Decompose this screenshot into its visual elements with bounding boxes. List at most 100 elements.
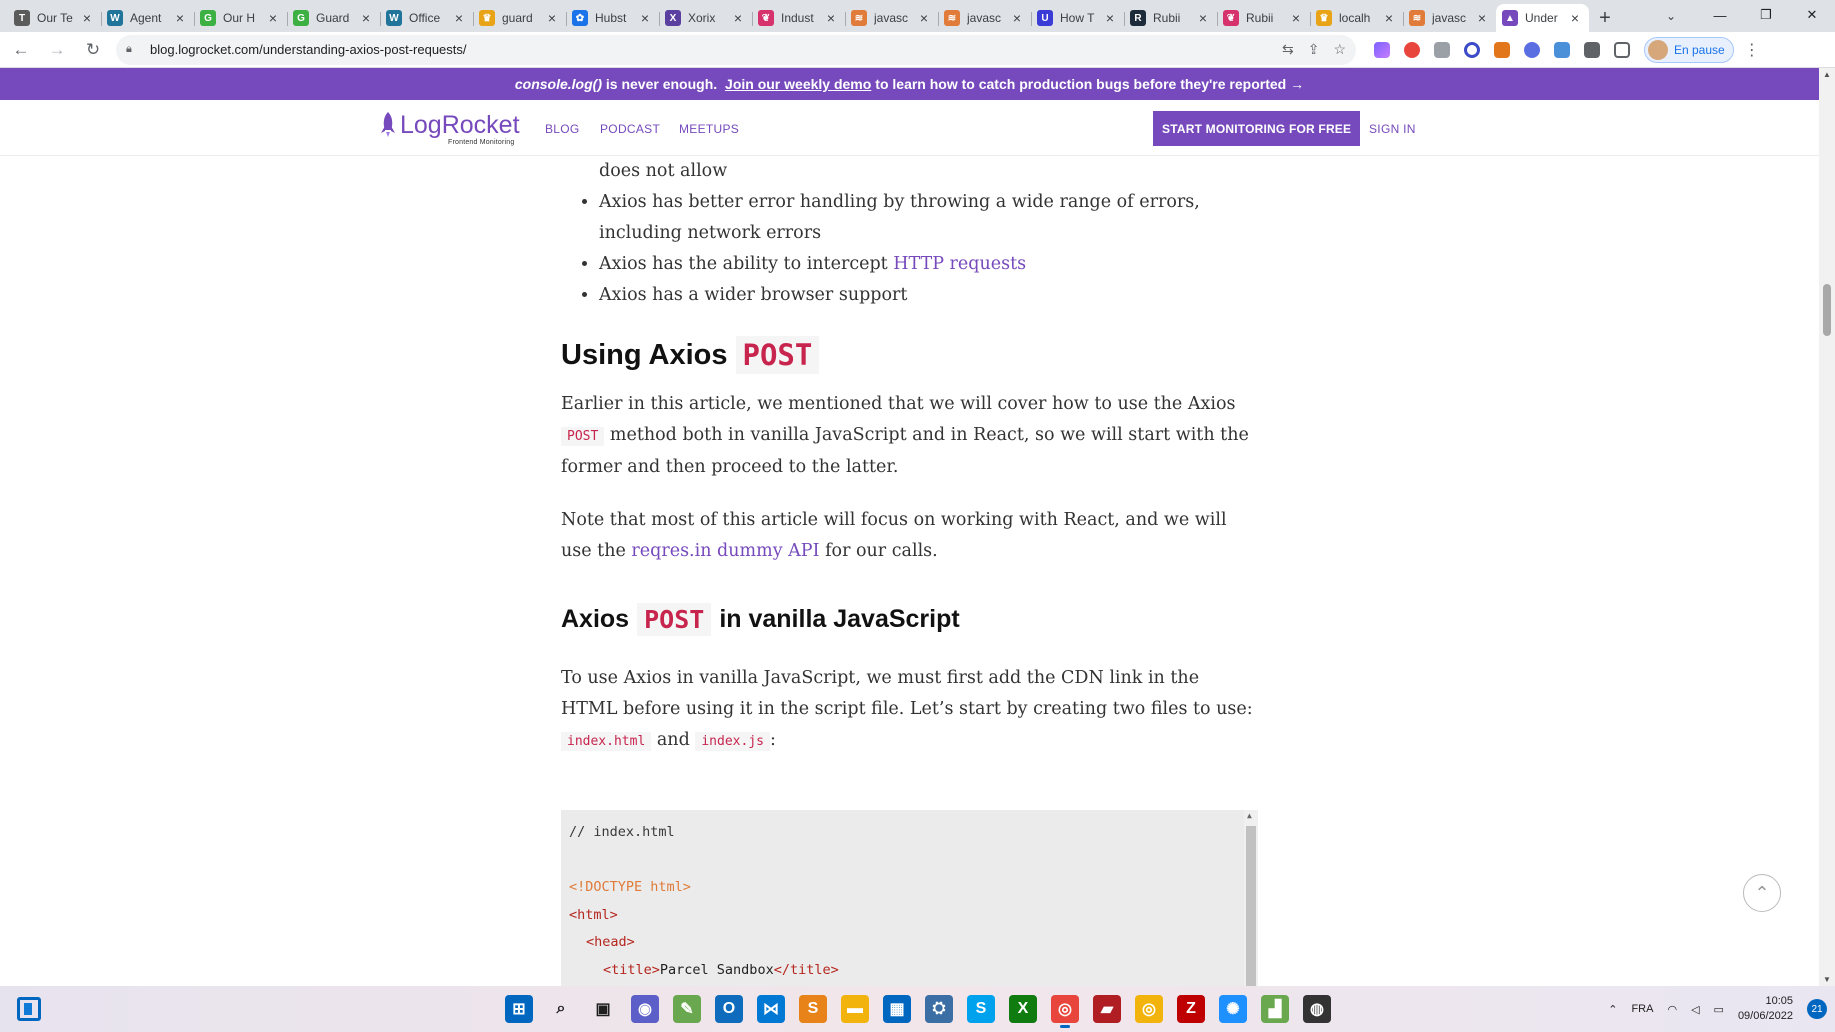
app-green-taskbar-icon[interactable]: ✎	[673, 995, 701, 1023]
http-requests-link[interactable]: HTTP requests	[893, 254, 1026, 274]
xbox-taskbar-icon[interactable]: X	[1009, 995, 1037, 1023]
browser-tab[interactable]: ♛ guard ×	[473, 4, 566, 32]
browser-tab[interactable]: W Office ×	[380, 4, 473, 32]
browser-tab[interactable]: ❦ Rubii ×	[1217, 4, 1310, 32]
browser-tab[interactable]: X Xorix ×	[659, 4, 752, 32]
browser-tab[interactable]: ❦ Indust ×	[752, 4, 845, 32]
extension-gear-icon[interactable]	[1524, 41, 1540, 58]
lock-icon[interactable]: 🔒︎	[126, 43, 140, 56]
browser-tab[interactable]: T Our Te ×	[8, 4, 101, 32]
code-scrollbar[interactable]: ▲	[1244, 810, 1258, 986]
sign-in-link[interactable]: SIGN IN	[1369, 122, 1416, 136]
tab-close-icon[interactable]: ×	[1474, 10, 1490, 26]
code-block[interactable]: // index.html <!DOCTYPE html> <html> <head>…	[561, 810, 1258, 986]
clock[interactable]: 10:05 09/06/2022	[1738, 994, 1793, 1024]
tab-close-icon[interactable]: ×	[1381, 10, 1397, 26]
explorer-taskbar-icon[interactable]: ▬	[841, 995, 869, 1023]
tab-close-icon[interactable]: ×	[916, 10, 932, 26]
browser-tab[interactable]: ≋ javasc ×	[938, 4, 1031, 32]
tab-close-icon[interactable]: ×	[1102, 10, 1118, 26]
store-taskbar-icon[interactable]: ▦	[883, 995, 911, 1023]
page-scroll-thumb[interactable]	[1823, 284, 1831, 336]
banner-demo-link[interactable]: Join our weekly demo	[725, 76, 871, 92]
back-to-top-button[interactable]: ⌃	[1743, 874, 1781, 912]
language-indicator[interactable]: FRA	[1631, 1003, 1653, 1015]
scroll-up-arrow-icon[interactable]: ▲	[1247, 811, 1252, 820]
close-window-icon[interactable]: ✕	[1789, 0, 1835, 30]
back-button[interactable]: ←	[6, 35, 36, 65]
start-taskbar-icon[interactable]: ⊞	[505, 995, 533, 1023]
logrocket-logo[interactable]: LogRocket Frontend Monitoring	[378, 111, 520, 146]
tab-close-icon[interactable]: ×	[172, 10, 188, 26]
outlook-taskbar-icon[interactable]: O	[715, 995, 743, 1023]
widgets-icon[interactable]	[17, 997, 41, 1021]
tab-close-icon[interactable]: ×	[265, 10, 281, 26]
puzzle-icon[interactable]	[1584, 41, 1600, 58]
chrome-canary-taskbar-icon[interactable]: ◎	[1135, 995, 1163, 1023]
minimize-icon[interactable]: —	[1697, 0, 1743, 30]
tab-close-icon[interactable]: ×	[823, 10, 839, 26]
browser-tab[interactable]: ▲ Under ×	[1496, 4, 1589, 32]
vscode-taskbar-icon[interactable]: ⋈	[757, 995, 785, 1023]
address-bar[interactable]: 🔒︎ blog.logrocket.com/understanding-axio…	[116, 34, 1356, 65]
extension-ring-icon[interactable]	[1464, 41, 1480, 58]
extension-pen-icon[interactable]	[1374, 41, 1390, 58]
share-icon[interactable]: ⇪	[1308, 41, 1320, 58]
extension-shield-icon[interactable]	[1554, 41, 1570, 58]
scroll-down-arrow-icon[interactable]: ▼	[1823, 975, 1831, 984]
tab-close-icon[interactable]: ×	[1288, 10, 1304, 26]
start-monitoring-button[interactable]: START MONITORING FOR FREE	[1153, 111, 1361, 146]
bookmark-star-icon[interactable]: ☆	[1333, 41, 1346, 58]
scroll-up-arrow-icon[interactable]: ▲	[1823, 70, 1831, 79]
browser-tab[interactable]: ≋ javasc ×	[1403, 4, 1496, 32]
side-panel-icon[interactable]	[1614, 41, 1630, 58]
reload-button[interactable]: ↻	[78, 35, 108, 65]
browser-tab[interactable]: ≋ javasc ×	[845, 4, 938, 32]
metamask-icon[interactable]	[1494, 41, 1510, 58]
browser-tab[interactable]: G Our H ×	[194, 4, 287, 32]
chrome-taskbar-icon[interactable]: ◎	[1051, 995, 1079, 1028]
skype-taskbar-icon[interactable]: S	[967, 995, 995, 1023]
chart-app-taskbar-icon[interactable]: ▟	[1261, 995, 1289, 1023]
browser-tab[interactable]: U How T ×	[1031, 4, 1124, 32]
filezilla-taskbar-icon[interactable]: Z	[1177, 995, 1205, 1023]
tab-close-icon[interactable]: ×	[358, 10, 374, 26]
notification-badge[interactable]: 21	[1807, 999, 1827, 1019]
new-tab-button[interactable]: +	[1589, 4, 1621, 32]
sublime-taskbar-icon[interactable]: S	[799, 995, 827, 1023]
browser-tab[interactable]: G Guard ×	[287, 4, 380, 32]
tab-close-icon[interactable]: ×	[1195, 10, 1211, 26]
reqres-api-link[interactable]: reqres.in dummy API	[631, 541, 819, 561]
volume-icon[interactable]: ◁	[1691, 1003, 1699, 1016]
page-scrollbar[interactable]: ▲ ▼	[1819, 68, 1835, 986]
nav-link-podcast[interactable]: PODCAST	[600, 122, 660, 136]
browser-tab[interactable]: W Agent ×	[101, 4, 194, 32]
chat-taskbar-icon[interactable]: ◉	[631, 995, 659, 1023]
restore-icon[interactable]: ❐	[1743, 0, 1789, 30]
tab-close-icon[interactable]: ×	[637, 10, 653, 26]
app-red-taskbar-icon[interactable]: ▰	[1093, 995, 1121, 1023]
network-taskbar-icon[interactable]: ⛭	[925, 995, 953, 1023]
url-text[interactable]: blog.logrocket.com/understanding-axios-p…	[150, 42, 1282, 57]
battery-icon[interactable]: ▭	[1714, 1003, 1724, 1016]
tab-close-icon[interactable]: ×	[544, 10, 560, 26]
tab-close-icon[interactable]: ×	[1567, 10, 1583, 26]
profile-button[interactable]: En pause	[1644, 36, 1734, 63]
search-taskbar-icon[interactable]: ⌕	[547, 995, 575, 1023]
tab-close-icon[interactable]: ×	[1009, 10, 1025, 26]
wifi-icon[interactable]: ◠	[1667, 1003, 1677, 1016]
camera-icon[interactable]	[1434, 41, 1450, 58]
nav-link-blog[interactable]: BLOG	[545, 122, 580, 136]
code-scroll-thumb[interactable]	[1246, 826, 1256, 986]
nav-link-meetups[interactable]: MEETUPS	[679, 122, 739, 136]
tab-close-icon[interactable]: ×	[79, 10, 95, 26]
extension-badge-icon[interactable]	[1404, 41, 1420, 58]
tab-search-icon[interactable]: ⌄	[1657, 4, 1685, 28]
github-taskbar-icon[interactable]: ◍	[1303, 995, 1331, 1023]
tab-close-icon[interactable]: ×	[451, 10, 467, 26]
tab-close-icon[interactable]: ×	[730, 10, 746, 26]
settings-blue-taskbar-icon[interactable]: ✺	[1219, 995, 1247, 1023]
translate-icon[interactable]: ⇆	[1282, 41, 1294, 58]
browser-tab[interactable]: ✿ Hubst ×	[566, 4, 659, 32]
task-view-taskbar-icon[interactable]: ▣	[589, 995, 617, 1023]
